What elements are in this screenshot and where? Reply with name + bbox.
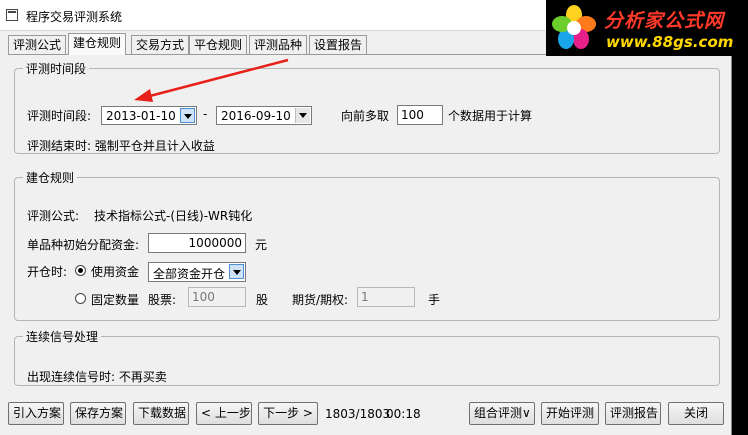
fixed-qty-label: 固定数量 [91,293,140,307]
tab-close-rules[interactable]: 平仓规则 [189,35,248,54]
funds-mode-select[interactable]: 全部资金开仓 [148,262,246,282]
end-note: 评测结束时: 强制平仓并且计入收益 [27,139,215,153]
window-title: 程序交易评测系统 [26,10,123,24]
formula-label: 评测公式: [27,209,80,223]
tab-build-rules[interactable]: 建仓规则 [68,33,127,55]
tab-label: 评测品种 [254,38,303,52]
next-step-button[interactable]: 下一步 > [258,402,318,425]
funds-mode-value: 全部资金开仓 [153,267,226,281]
site-logo: 分析家公式网 www.88gs.com [546,0,748,56]
tab-panel: 评测时间段 评测时间段: 2013-01-10 - 2016-09-10 向前多… [8,54,726,393]
progress-count: 1803/1803 [325,407,391,421]
chevron-down-icon[interactable] [229,264,244,279]
stock-qty-input[interactable]: 100 [188,287,246,307]
period-label: 评测时间段: [27,109,92,123]
logo-url: www.88gs.com [606,33,734,51]
flower-logo-icon [552,5,596,49]
period-group-title: 评测时间段 [26,62,87,76]
close-button[interactable]: 关闭 [668,402,724,425]
futures-unit: 手 [428,293,441,307]
formula-value: 技术指标公式-(日线)-WR钝化 [94,209,253,223]
use-funds-label: 使用资金 [91,265,140,279]
lookback-input[interactable]: 100 [397,105,443,125]
start-date-picker[interactable]: 2013-01-10 [101,106,197,125]
capital-label: 单品种初始分配资金: [27,238,140,252]
date-dash: - [203,107,208,121]
download-data-button[interactable]: 下载数据 [133,402,189,425]
stock-label: 股票: [148,293,177,307]
tab-report-settings[interactable]: 设置报告 [309,35,368,54]
signal-group-title: 连续信号处理 [26,330,99,344]
test-report-button[interactable]: 评测报告 [605,402,661,425]
build-group: 建仓规则 评测公式: 技术指标公式-(日线)-WR钝化 单品种初始分配资金: 1… [14,169,720,321]
stock-unit: 股 [256,293,269,307]
end-date-value: 2016-09-10 [221,109,291,123]
capital-unit: 元 [255,238,268,252]
futures-qty-input[interactable]: 1 [357,287,415,307]
chevron-down-icon[interactable] [180,108,195,123]
futures-label: 期货/期权: [292,293,349,307]
tab-trade-mode[interactable]: 交易方式 [131,35,190,54]
tab-label: 建仓规则 [73,36,122,50]
capital-input[interactable]: 1000000 [148,233,246,253]
tab-label: 设置报告 [314,38,363,52]
start-test-button[interactable]: 开始评测 [541,402,599,425]
tab-formula[interactable]: 评测公式 [8,35,67,54]
lookback-label: 向前多取 [341,109,390,123]
open-label: 开仓时: [27,265,68,279]
tab-label: 平仓规则 [194,38,243,52]
save-plan-button[interactable]: 保存方案 [70,402,126,425]
prev-step-button[interactable]: < 上一步 [196,402,252,425]
period-group: 评测时间段 评测时间段: 2013-01-10 - 2016-09-10 向前多… [14,60,720,154]
end-date-picker[interactable]: 2016-09-10 [216,106,312,125]
start-date-value: 2013-01-10 [106,109,176,123]
tab-instruments[interactable]: 评测品种 [249,35,308,54]
tab-label: 评测公式 [13,38,62,52]
import-plan-button[interactable]: 引入方案 [8,402,64,425]
build-group-title: 建仓规则 [26,171,75,185]
bottom-toolbar: 引入方案 保存方案 下载数据 < 上一步 下一步 > 1803/1803 00:… [0,402,731,430]
signal-group: 连续信号处理 出现连续信号时: 不再买卖 [14,328,720,386]
tab-label: 交易方式 [136,38,185,52]
app-window: 程序交易评测系统 评测公式 建仓规则 交易方式 平仓规则 评测品种 设置报告 评… [0,0,732,435]
app-icon [6,9,18,21]
fixed-qty-radio[interactable] [75,293,86,304]
combo-test-button[interactable]: 组合评测∨ [469,402,535,425]
chevron-down-icon[interactable] [295,108,310,123]
logo-text: 分析家公式网 [604,10,725,32]
use-funds-radio[interactable] [75,265,86,276]
signal-text: 出现连续信号时: 不再买卖 [27,370,167,384]
lookback-suffix: 个数据用于计算 [448,109,533,123]
elapsed-time: 00:18 [386,407,421,421]
